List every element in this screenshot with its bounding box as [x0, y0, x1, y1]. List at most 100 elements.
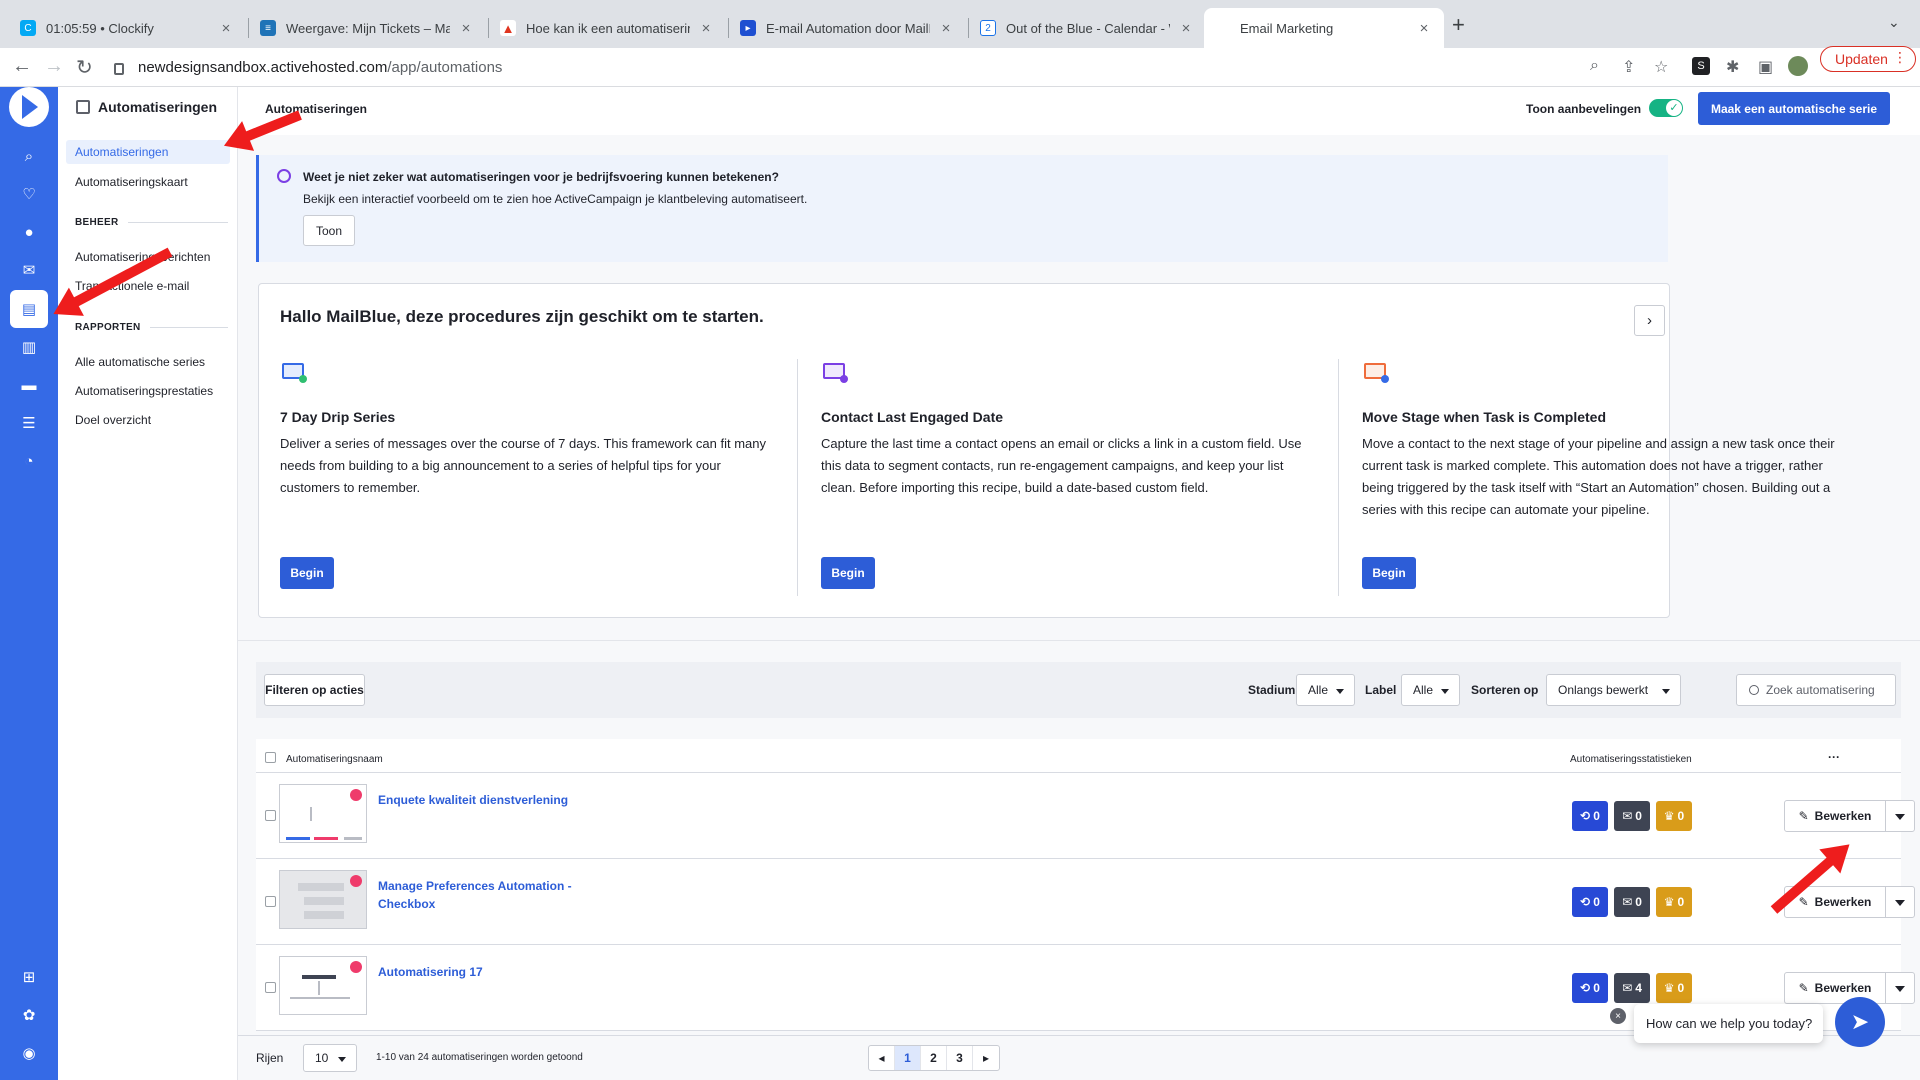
side-panel-icon[interactable]: ▣ [1758, 57, 1773, 77]
close-tab-icon[interactable]: × [1416, 20, 1432, 37]
page-header: Automatiseringen Toon aanbevelingen Maak… [238, 87, 1920, 135]
rows-per-page-select[interactable]: 10 [303, 1044, 357, 1072]
goals-stat[interactable]: ♛ 0 [1656, 973, 1692, 1003]
extension-s-icon[interactable]: S [1692, 57, 1710, 75]
contacts-stat[interactable]: ⟲ 0 [1572, 973, 1608, 1003]
close-tab-icon[interactable]: × [698, 20, 714, 37]
recipe-begin-button[interactable]: Begin [280, 557, 334, 589]
tab-search-chevron-icon[interactable]: ⌄ [1888, 14, 1900, 31]
edit-dropdown-button[interactable] [1885, 886, 1915, 918]
sort-select[interactable]: Onlangs bewerkt [1546, 674, 1681, 706]
back-arrow-icon[interactable]: ← [12, 55, 32, 78]
close-tab-icon[interactable]: × [218, 20, 234, 37]
contacts-count: 0 [1593, 809, 1600, 823]
browser-tab-mijn-tickets[interactable]: ≡ Weergave: Mijn Tickets – MailB × [248, 8, 486, 48]
reload-icon[interactable]: ↻ [76, 55, 93, 80]
contacts-icon[interactable]: ● [0, 217, 58, 247]
automation-name-link[interactable]: Manage Preferences Automation - Checkbox [378, 877, 598, 913]
profile-avatar[interactable] [1788, 56, 1808, 76]
table-row[interactable]: Manage Preferences Automation - Checkbox… [256, 859, 1915, 945]
lightbulb-icon[interactable]: ♡ [0, 179, 58, 209]
automations-icon[interactable]: ▤ [10, 290, 48, 328]
table-row[interactable]: Enquete kwaliteit dienstverlening ⟲ 0 ✉ 0 … [256, 773, 1915, 859]
emails-stat[interactable]: ✉ 0 [1614, 887, 1650, 917]
browser-tab-calendar[interactable]: 2 Out of the Blue - Calendar - W × [968, 8, 1206, 48]
search-icon[interactable]: ⌕ [0, 141, 58, 171]
sort-value: Onlangs bewerkt [1558, 683, 1649, 697]
label-select[interactable]: Alle [1401, 674, 1460, 706]
conversations-icon[interactable]: ▬ [0, 370, 58, 400]
website-icon[interactable]: ☰ [0, 408, 58, 438]
share-icon[interactable]: ⇪ [1622, 57, 1635, 77]
close-chat-icon[interactable]: × [1610, 1008, 1626, 1024]
subnav-item-automatiseringen[interactable]: Automatiseringen [66, 140, 230, 164]
subnav-item-alle-automatische-series[interactable]: Alle automatische series [75, 355, 205, 369]
filter-actions-button[interactable]: Filteren op acties [264, 674, 365, 706]
recipe-begin-button[interactable]: Begin [821, 557, 875, 589]
zoom-icon[interactable]: ⌕ [1590, 57, 1599, 75]
row-checkbox[interactable] [265, 982, 276, 993]
subnav-item-doel-overzicht[interactable]: Doel overzicht [75, 413, 151, 427]
show-example-button[interactable]: Toon [303, 215, 355, 246]
edit-dropdown-button[interactable] [1885, 800, 1915, 832]
user-icon[interactable]: ◉ [0, 1038, 58, 1068]
chat-launcher-button[interactable]: ➤ [1835, 997, 1885, 1047]
browser-tab-clockify[interactable]: C 01:05:59 • Clockify × [8, 8, 246, 48]
goals-stat[interactable]: ♛ 0 [1656, 801, 1692, 831]
subnav-title: Automatiseringen [76, 99, 217, 115]
apps-icon[interactable]: ⊞ [0, 962, 58, 992]
automation-thumbnail[interactable] [279, 956, 367, 1015]
recipe-begin-button[interactable]: Begin [1362, 557, 1416, 589]
close-tab-icon[interactable]: × [1178, 20, 1194, 37]
more-options-icon[interactable]: ··· [1828, 750, 1840, 764]
page-1-button[interactable]: 1 [895, 1046, 921, 1070]
chat-prompt-bubble[interactable]: How can we help you today? [1634, 1004, 1823, 1043]
edit-dropdown-button[interactable] [1885, 972, 1915, 1004]
browser-tab-email-automation[interactable]: ▸ E-mail Automation door MailBlu × [728, 8, 966, 48]
stage-select[interactable]: Alle [1296, 674, 1355, 706]
subnav-item-automatiseringsprestaties[interactable]: Automatiseringsprestaties [75, 384, 213, 398]
row-checkbox[interactable] [265, 896, 276, 907]
pipeline-icon[interactable]: ▥ [0, 332, 58, 362]
emails-stat[interactable]: ✉ 4 [1614, 973, 1650, 1003]
automation-thumbnail[interactable] [279, 784, 367, 843]
automation-name-link[interactable]: Enquete kwaliteit dienstverlening [378, 791, 598, 809]
banner-question: Weet je niet zeker wat automatiseringen … [303, 170, 779, 184]
contacts-stat[interactable]: ⟲ 0 [1572, 801, 1608, 831]
close-tab-icon[interactable]: × [458, 20, 474, 37]
goals-stat[interactable]: ♛ 0 [1656, 887, 1692, 917]
browser-tab-automatisering-help[interactable]: ▲ Hoe kan ik een automatisering × [488, 8, 726, 48]
next-recipes-button[interactable]: › [1634, 305, 1665, 336]
page-2-button[interactable]: 2 [921, 1046, 947, 1070]
subnav-item-automatiseringskaart[interactable]: Automatiseringskaart [75, 175, 188, 189]
trophy-icon: ♛ [1663, 895, 1675, 909]
automation-name-link[interactable]: Automatisering 17 [378, 963, 598, 981]
previous-page-icon[interactable]: ◂ [869, 1046, 895, 1070]
row-checkbox[interactable] [265, 810, 276, 821]
close-tab-icon[interactable]: × [938, 20, 954, 37]
pipeline-stage-icon [1362, 359, 1389, 385]
page-3-button[interactable]: 3 [947, 1046, 973, 1070]
automation-thumbnail[interactable] [279, 870, 367, 929]
create-automation-button[interactable]: Maak een automatische serie [1698, 92, 1890, 125]
select-all-checkbox[interactable] [265, 752, 276, 763]
new-tab-button[interactable]: + [1452, 12, 1465, 38]
next-page-icon[interactable]: ▸ [973, 1046, 999, 1070]
address-bar[interactable]: newdesignsandbox.activehosted.com/app/au… [114, 52, 1684, 83]
extensions-puzzle-icon[interactable]: ✱ [1726, 57, 1739, 77]
search-automations-input[interactable]: Zoek automatisering [1736, 674, 1896, 706]
campaigns-icon[interactable]: ✉ [0, 255, 58, 285]
activecampaign-logo[interactable] [9, 87, 49, 127]
emails-stat[interactable]: ✉ 0 [1614, 801, 1650, 831]
settings-icon[interactable]: ✿ [0, 1000, 58, 1030]
contacts-stat[interactable]: ⟲ 0 [1572, 887, 1608, 917]
edit-button[interactable]: ✎ Bewerken [1784, 800, 1886, 832]
reports-icon[interactable]: ◔ [0, 446, 58, 476]
heading-text: BEHEER [75, 217, 119, 228]
forward-arrow-icon[interactable]: → [44, 55, 64, 78]
recommendations-toggle[interactable] [1649, 99, 1683, 117]
bookmark-star-icon[interactable]: ☆ [1654, 57, 1668, 77]
update-browser-button[interactable]: Updaten ⋮ [1820, 46, 1916, 72]
emails-count: 4 [1635, 981, 1642, 995]
browser-tab-email-marketing[interactable]: Email Marketing × [1204, 8, 1444, 48]
